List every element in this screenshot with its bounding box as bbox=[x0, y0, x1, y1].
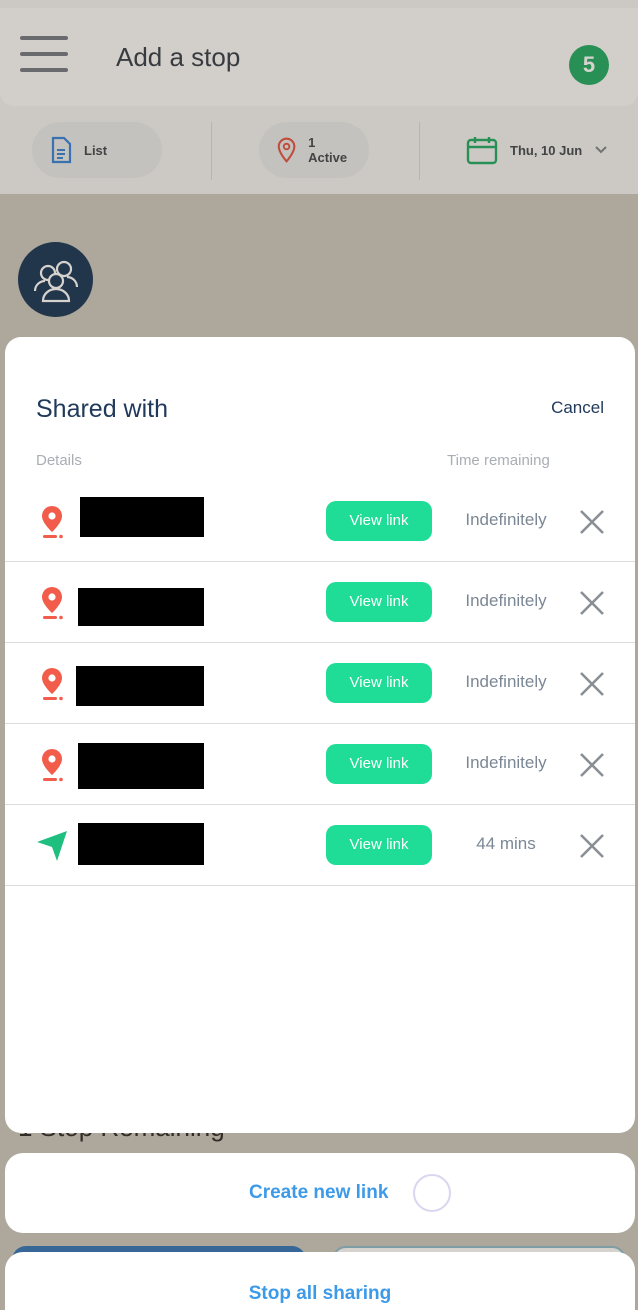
location-pin-icon bbox=[42, 668, 63, 701]
time-remaining-value: Indefinitely bbox=[465, 510, 547, 529]
redacted-details bbox=[78, 588, 204, 626]
shared-with-dialog: Shared with Cancel Details Time remainin… bbox=[5, 337, 635, 1133]
create-new-link-button[interactable]: Create new link bbox=[5, 1153, 635, 1233]
shared-row: View link Indefinitely bbox=[5, 481, 635, 562]
time-remaining-value: Indefinitely bbox=[465, 753, 547, 772]
stop-all-sharing-label: Stop all sharing bbox=[248, 1283, 392, 1304]
shared-row: View link 44 mins bbox=[5, 805, 635, 886]
navigation-arrow-icon bbox=[37, 831, 67, 861]
shared-row: View link Indefinitely bbox=[5, 724, 635, 805]
location-pin-icon bbox=[42, 506, 63, 539]
time-remaining-value: 44 mins bbox=[476, 834, 536, 853]
time-remaining-value: Indefinitely bbox=[465, 591, 547, 610]
redacted-details bbox=[76, 666, 204, 706]
view-link-button[interactable]: View link bbox=[326, 582, 432, 622]
create-new-link-label: Create new link bbox=[249, 1182, 389, 1203]
view-link-button[interactable]: View link bbox=[326, 825, 432, 865]
shared-row: View link Indefinitely bbox=[5, 643, 635, 724]
close-icon[interactable] bbox=[579, 509, 605, 535]
location-pin-icon bbox=[42, 749, 63, 782]
location-pin-icon bbox=[42, 587, 63, 620]
shared-row: View link Indefinitely bbox=[5, 562, 635, 643]
close-icon[interactable] bbox=[579, 590, 605, 616]
loading-spinner-icon bbox=[413, 1174, 451, 1212]
redacted-details bbox=[78, 743, 204, 789]
redacted-details bbox=[80, 497, 204, 537]
cancel-button[interactable]: Cancel bbox=[551, 398, 604, 418]
view-link-button[interactable]: View link bbox=[326, 501, 432, 541]
shared-list: View link Indefinitely View link Indefin… bbox=[5, 481, 635, 886]
view-link-button[interactable]: View link bbox=[326, 663, 432, 703]
details-column-header: Details bbox=[36, 452, 82, 469]
close-icon[interactable] bbox=[579, 833, 605, 859]
view-link-button[interactable]: View link bbox=[326, 744, 432, 784]
close-icon[interactable] bbox=[579, 671, 605, 697]
redacted-details bbox=[78, 823, 204, 865]
dialog-title: Shared with bbox=[36, 395, 169, 423]
time-remaining-value: Indefinitely bbox=[465, 672, 547, 691]
time-remaining-column-header: Time remaining bbox=[447, 452, 550, 469]
stop-all-sharing-button[interactable]: Stop all sharing bbox=[5, 1252, 635, 1310]
close-icon[interactable] bbox=[579, 752, 605, 778]
